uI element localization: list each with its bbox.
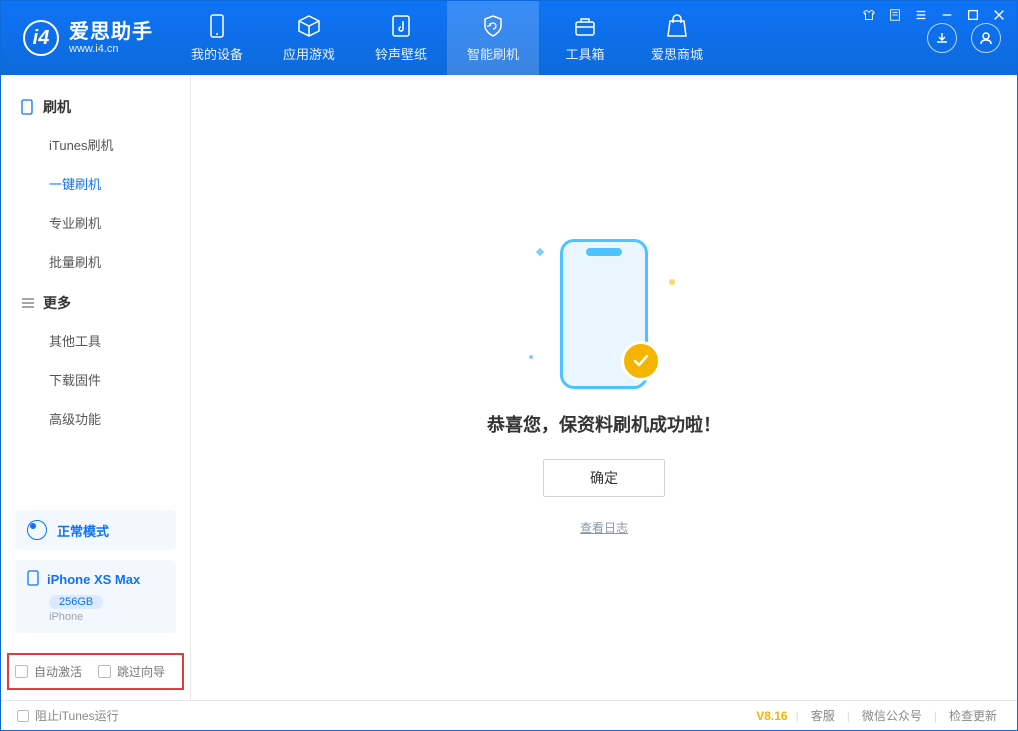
brand-title: 爱思助手 bbox=[69, 21, 153, 43]
tab-store[interactable]: 爱思商城 bbox=[631, 1, 723, 75]
checkbox-icon bbox=[98, 665, 111, 678]
status-bar: 阻止iTunes运行 V8.16 | 客服 | 微信公众号 | 检查更新 bbox=[1, 700, 1017, 730]
cube-icon bbox=[297, 14, 321, 38]
tab-toolbox[interactable]: 工具箱 bbox=[539, 1, 631, 75]
sidebar-item-batch-flash[interactable]: 批量刷机 bbox=[1, 242, 190, 281]
mode-label: 正常模式 bbox=[57, 521, 109, 540]
ok-button[interactable]: 确定 bbox=[543, 459, 665, 497]
minimize-icon[interactable] bbox=[939, 7, 955, 23]
success-message: 恭喜您，保资料刷机成功啦！ bbox=[487, 411, 721, 437]
phone-icon bbox=[205, 14, 229, 38]
mode-icon bbox=[27, 520, 47, 540]
sidebar-group-flash: 刷机 bbox=[1, 85, 190, 125]
sidebar-item-itunes-flash[interactable]: iTunes刷机 bbox=[1, 125, 190, 164]
toolbox-icon bbox=[573, 14, 597, 38]
bag-icon bbox=[665, 14, 689, 38]
download-manager-button[interactable] bbox=[927, 23, 957, 53]
sidebar: 刷机 iTunes刷机 一键刷机 专业刷机 批量刷机 更多 其他工具 下载固件 … bbox=[1, 75, 191, 700]
device-block: 正常模式 iPhone XS Max 256GB iPhone bbox=[1, 500, 190, 649]
brand-logo-icon: i4 bbox=[23, 20, 59, 56]
tab-smart-flash[interactable]: 智能刷机 bbox=[447, 1, 539, 75]
user-account-button[interactable] bbox=[971, 23, 1001, 53]
checkbox-icon bbox=[17, 710, 29, 722]
wechat-link[interactable]: 微信公众号 bbox=[858, 707, 926, 724]
device-subtype: iPhone bbox=[49, 611, 164, 623]
version-label: V8.16 bbox=[756, 709, 787, 723]
close-icon[interactable] bbox=[991, 7, 1007, 23]
device-phone-icon bbox=[27, 570, 39, 589]
tab-apps-games[interactable]: 应用游戏 bbox=[263, 1, 355, 75]
sidebar-group-label: 刷机 bbox=[43, 97, 71, 117]
sidebar-item-advanced[interactable]: 高级功能 bbox=[1, 399, 190, 438]
brand: i4 爱思助手 www.i4.cn bbox=[1, 1, 171, 75]
checkbox-label: 阻止iTunes运行 bbox=[35, 707, 119, 724]
brand-subtitle: www.i4.cn bbox=[69, 43, 153, 55]
maximize-icon[interactable] bbox=[965, 7, 981, 23]
main-area: 刷机 iTunes刷机 一键刷机 专业刷机 批量刷机 更多 其他工具 下载固件 … bbox=[1, 75, 1017, 700]
bottom-options-row: 自动激活 跳过向导 bbox=[7, 653, 184, 690]
content-pane: 恭喜您，保资料刷机成功啦！ 确定 查看日志 bbox=[191, 75, 1017, 700]
checkbox-label: 自动激活 bbox=[34, 663, 82, 680]
tab-ringtones-wallpapers[interactable]: 铃声壁纸 bbox=[355, 1, 447, 75]
tab-label: 爱思商城 bbox=[651, 44, 703, 63]
block-itunes-checkbox[interactable]: 阻止iTunes运行 bbox=[17, 707, 119, 724]
tab-label: 工具箱 bbox=[565, 44, 604, 63]
tshirt-icon[interactable] bbox=[861, 7, 877, 23]
sidebar-group-more: 更多 bbox=[1, 281, 190, 321]
shield-refresh-icon bbox=[481, 14, 505, 38]
sparkle-icon bbox=[536, 248, 544, 256]
tab-label: 我的设备 bbox=[191, 44, 243, 63]
note-icon[interactable] bbox=[887, 7, 903, 23]
sidebar-item-download-firmware[interactable]: 下载固件 bbox=[1, 360, 190, 399]
sidebar-item-other-tools[interactable]: 其他工具 bbox=[1, 321, 190, 360]
mode-card[interactable]: 正常模式 bbox=[15, 510, 176, 550]
checkbox-label: 跳过向导 bbox=[117, 663, 165, 680]
top-bar: i4 爱思助手 www.i4.cn 我的设备 应用游戏 铃声壁纸 智能刷机 工具… bbox=[1, 1, 1017, 75]
device-storage-badge: 256GB bbox=[49, 595, 103, 609]
check-update-link[interactable]: 检查更新 bbox=[945, 707, 1001, 724]
auto-activate-checkbox[interactable]: 自动激活 bbox=[15, 663, 82, 680]
menu-icon[interactable] bbox=[913, 7, 929, 23]
view-log-link[interactable]: 查看日志 bbox=[580, 519, 628, 536]
skip-guide-checkbox[interactable]: 跳过向导 bbox=[98, 663, 165, 680]
device-name: iPhone XS Max bbox=[47, 572, 140, 587]
menu-icon bbox=[21, 297, 35, 309]
tab-label: 智能刷机 bbox=[467, 44, 519, 63]
support-link[interactable]: 客服 bbox=[807, 707, 839, 724]
sidebar-item-oneclick-flash[interactable]: 一键刷机 bbox=[1, 164, 190, 203]
music-file-icon bbox=[389, 14, 413, 38]
phone-icon bbox=[21, 99, 35, 115]
sidebar-group-label: 更多 bbox=[43, 293, 71, 313]
success-check-badge bbox=[621, 341, 661, 381]
tab-label: 应用游戏 bbox=[283, 44, 335, 63]
window-controls bbox=[861, 7, 1007, 23]
tab-label: 铃声壁纸 bbox=[375, 44, 427, 63]
tab-my-device[interactable]: 我的设备 bbox=[171, 1, 263, 75]
success-illustration bbox=[529, 239, 679, 389]
sidebar-item-pro-flash[interactable]: 专业刷机 bbox=[1, 203, 190, 242]
checkbox-icon bbox=[15, 665, 28, 678]
device-card[interactable]: iPhone XS Max 256GB iPhone bbox=[15, 560, 176, 633]
sparkle-icon bbox=[669, 279, 675, 285]
nav-tabs: 我的设备 应用游戏 铃声壁纸 智能刷机 工具箱 爱思商城 bbox=[171, 1, 723, 75]
sparkle-icon bbox=[529, 355, 533, 359]
